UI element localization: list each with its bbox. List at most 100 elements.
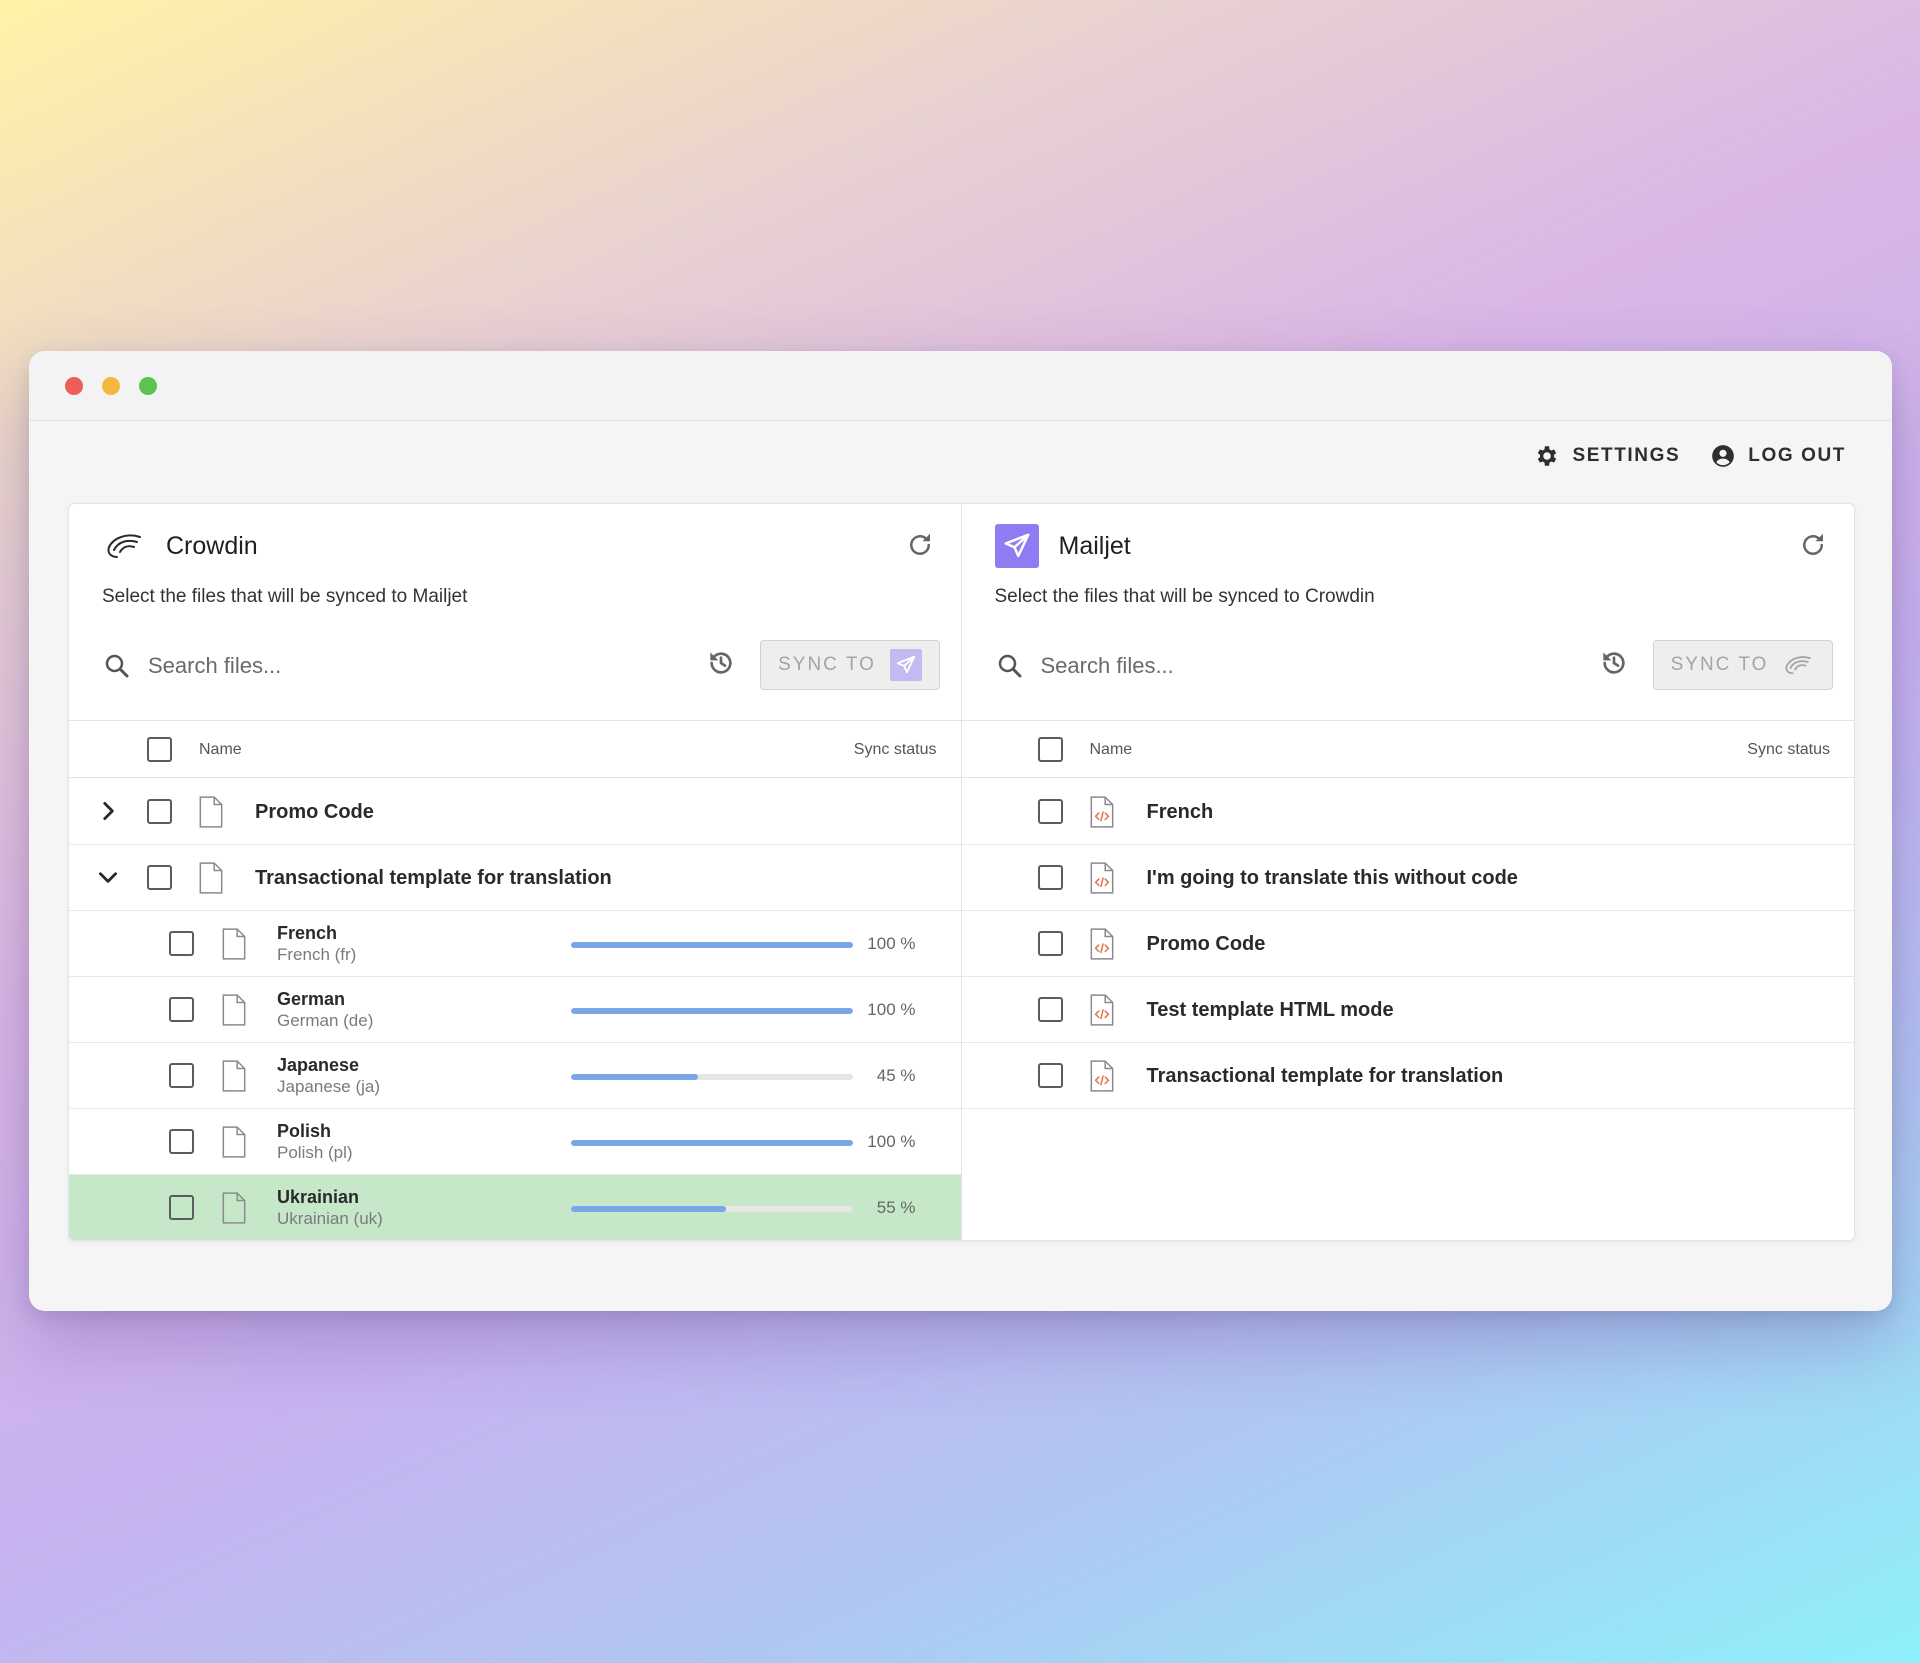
crowdin-title: Crowdin xyxy=(166,531,258,560)
crowdin-logo-icon xyxy=(102,524,146,568)
progress-fill xyxy=(571,1206,727,1212)
row-checkbox[interactable] xyxy=(169,1063,194,1088)
html-file-icon xyxy=(1090,1060,1113,1092)
language-name: German xyxy=(277,989,346,1009)
progress-fill xyxy=(571,1074,698,1080)
column-sync-status-header: Sync status xyxy=(1747,741,1830,758)
mailjet-panel: Mailjet Select the files that will be sy… xyxy=(961,504,1854,1240)
file-icon xyxy=(222,1126,246,1158)
language-code: German (de) xyxy=(277,1011,374,1030)
language-name: Polish xyxy=(277,1121,332,1141)
language-row-selected[interactable]: Ukrainian Ukrainian (uk) 55 % xyxy=(69,1175,961,1240)
close-window-button[interactable] xyxy=(65,377,83,395)
row-checkbox[interactable] xyxy=(1037,997,1063,1022)
language-row[interactable]: Japanese Japanese (ja) 45 % xyxy=(69,1043,961,1109)
language-name: Ukrainian xyxy=(277,1187,360,1207)
template-name: Test template HTML mode xyxy=(1146,999,1394,1021)
language-code: Japanese (ja) xyxy=(277,1077,381,1096)
language-row[interactable]: German German (de) 100 % xyxy=(69,977,961,1043)
row-checkbox[interactable] xyxy=(1037,931,1063,956)
language-code: Ukrainian (uk) xyxy=(277,1209,383,1228)
history-icon[interactable] xyxy=(705,647,737,679)
refresh-icon[interactable] xyxy=(1798,530,1828,560)
column-name-header: Name xyxy=(199,741,242,758)
gear-icon xyxy=(1538,446,1557,466)
progress-percent: 100 % xyxy=(867,934,916,953)
template-row[interactable]: Transactional template for translation xyxy=(961,1043,1854,1109)
sync-to-label: SYNC TO xyxy=(1670,654,1769,675)
chevron-right-icon[interactable] xyxy=(95,798,121,824)
sync-to-label: SYNC TO xyxy=(778,654,876,675)
mailjet-search-input[interactable] xyxy=(1040,653,1521,679)
language-name: French xyxy=(277,923,338,943)
search-icon xyxy=(105,654,129,678)
language-row[interactable]: Polish Polish (pl) 100 % xyxy=(69,1109,961,1175)
sync-to-crowdin-button[interactable]: SYNC TO xyxy=(1652,640,1833,690)
mailjet-table-header: Name Sync status xyxy=(961,720,1854,778)
sync-to-mailjet-button[interactable]: SYNC TO xyxy=(760,640,940,690)
crowdin-search-input[interactable] xyxy=(148,653,628,679)
template-row[interactable]: French xyxy=(961,779,1854,845)
crowdin-header: Crowdin xyxy=(102,524,258,568)
progress-bar xyxy=(571,1140,853,1146)
crowdin-logo-icon xyxy=(1782,649,1814,681)
crowdin-file-list: Promo Code Transactional template for tr… xyxy=(69,779,961,1240)
row-checkbox[interactable] xyxy=(147,799,172,824)
chevron-down-icon[interactable] xyxy=(95,864,121,890)
maximize-window-button[interactable] xyxy=(139,377,157,395)
template-row[interactable]: Promo Code xyxy=(961,911,1854,977)
mailjet-template-list: French I'm going to translate this witho… xyxy=(961,779,1854,1109)
history-icon[interactable] xyxy=(1598,647,1630,679)
row-checkbox[interactable] xyxy=(169,997,194,1022)
row-checkbox[interactable] xyxy=(1037,865,1063,890)
progress-fill xyxy=(571,1140,853,1146)
refresh-icon[interactable] xyxy=(905,530,935,560)
file-icon xyxy=(222,1192,246,1224)
progress-percent: 100 % xyxy=(867,1132,916,1151)
template-name: Promo Code xyxy=(1146,933,1266,955)
mailjet-search xyxy=(995,642,1565,690)
logout-button[interactable]: LOG OUT xyxy=(1710,443,1846,469)
row-checkbox[interactable] xyxy=(169,931,194,956)
row-checkbox[interactable] xyxy=(147,865,172,890)
html-file-icon xyxy=(1090,796,1113,828)
file-icon xyxy=(222,1060,246,1092)
html-file-icon xyxy=(1090,862,1113,894)
row-checkbox[interactable] xyxy=(1037,799,1063,824)
language-row[interactable]: French French (fr) 100 % xyxy=(69,911,961,977)
crowdin-subtitle: Select the files that will be synced to … xyxy=(102,586,468,607)
account-circle-icon xyxy=(1712,445,1735,467)
column-sync-status-header: Sync status xyxy=(853,741,937,758)
title-bar xyxy=(29,351,1892,421)
template-row[interactable]: Test template HTML mode xyxy=(961,977,1854,1043)
file-icon xyxy=(222,928,246,960)
file-row[interactable]: Transactional template for translation xyxy=(69,845,961,911)
file-icon xyxy=(199,796,223,828)
template-name: I'm going to translate this without code xyxy=(1146,867,1518,889)
progress-fill xyxy=(571,1008,853,1014)
language-code: French (fr) xyxy=(277,945,357,964)
file-name: Transactional template for translation xyxy=(255,867,612,889)
search-icon xyxy=(998,654,1021,678)
top-actions: SETTINGS LOG OUT xyxy=(1534,443,1846,469)
select-all-checkbox[interactable] xyxy=(1037,737,1063,762)
settings-label: SETTINGS xyxy=(1572,445,1681,466)
app-window: SETTINGS LOG OUT Crowdin Select the file… xyxy=(29,351,1892,1311)
row-checkbox[interactable] xyxy=(169,1129,194,1154)
mailjet-subtitle: Select the files that will be synced to … xyxy=(994,586,1375,607)
template-row[interactable]: I'm going to translate this without code xyxy=(961,845,1854,911)
mailjet-send-icon xyxy=(889,649,922,681)
row-checkbox[interactable] xyxy=(169,1195,194,1220)
language-name: Japanese xyxy=(277,1055,360,1075)
select-all-checkbox[interactable] xyxy=(147,737,172,762)
minimize-window-button[interactable] xyxy=(102,377,120,395)
crowdin-table-header: Name Sync status xyxy=(69,720,961,778)
row-checkbox[interactable] xyxy=(1037,1063,1063,1088)
progress-fill xyxy=(571,942,853,948)
settings-button[interactable]: SETTINGS xyxy=(1534,443,1680,469)
progress-percent: 55 % xyxy=(876,1198,916,1217)
mailjet-header: Mailjet xyxy=(994,524,1131,568)
file-row[interactable]: Promo Code xyxy=(69,779,961,845)
template-name: Transactional template for translation xyxy=(1146,1065,1504,1087)
progress-percent: 45 % xyxy=(876,1066,916,1085)
